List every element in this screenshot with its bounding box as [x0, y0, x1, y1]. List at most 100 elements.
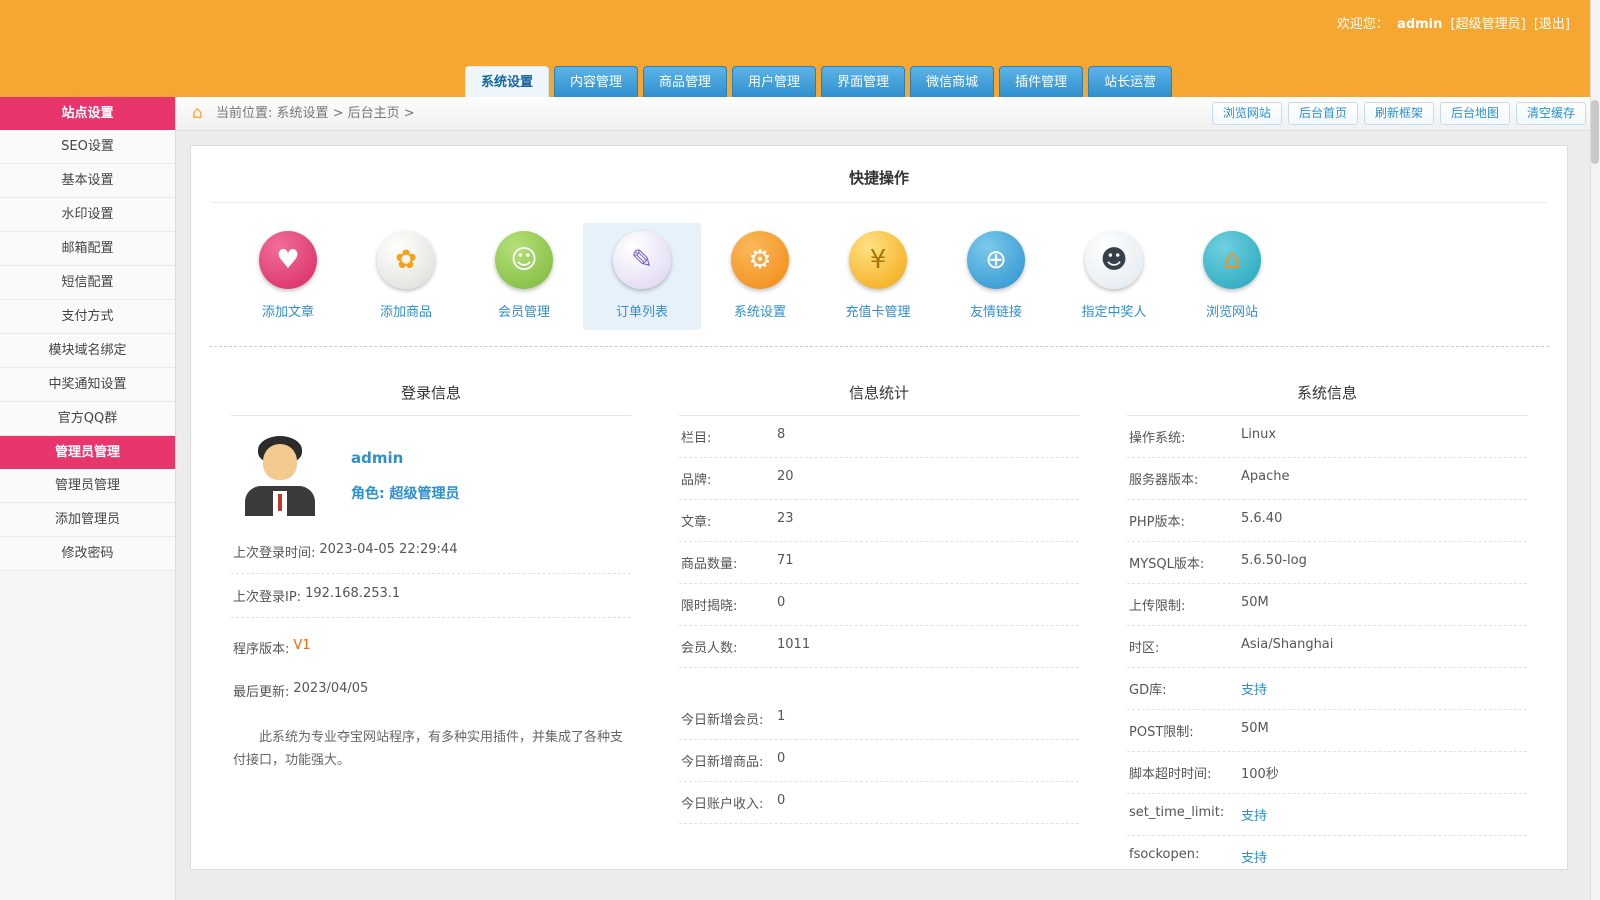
quickop-label-members: 会员管理: [498, 301, 550, 320]
backend-map-button[interactable]: 后台地图: [1440, 102, 1510, 125]
sidebar: 站点设置 SEO设置 基本设置 水印设置 邮箱配置 短信配置 支付方式 模块域名…: [0, 97, 176, 900]
quickop-label-browse: 浏览网站: [1206, 301, 1258, 320]
sidebar-item-basic[interactable]: 基本设置: [0, 164, 175, 198]
stats-title: 信息统计: [679, 367, 1079, 416]
login-info-title: 登录信息: [231, 367, 631, 416]
sidebar-item-payment[interactable]: 支付方式: [0, 300, 175, 334]
tab-interface-management[interactable]: 界面管理: [821, 66, 905, 97]
stat-row-products: 商品数量: 71: [679, 542, 1079, 584]
quickop-system-settings[interactable]: ⚙ 系统设置: [701, 223, 819, 330]
main-card: 快捷操作 ♥ 添加文章 ✿ 添加商品 ☺ 会员管理 ✎ 订单列表 ⚙ 系统设置: [190, 145, 1568, 870]
quickop-label-add-article: 添加文章: [262, 301, 314, 320]
stat-row-members: 会员人数: 1011: [679, 626, 1079, 668]
quickop-order-list[interactable]: ✎ 订单列表: [583, 223, 701, 330]
birdhouse-icon: ⌂: [1203, 231, 1261, 289]
tab-content-management[interactable]: 内容管理: [554, 66, 638, 97]
sys-row-os: 操作系统: Linux: [1127, 416, 1527, 458]
login-role-value: 超级管理员: [389, 486, 459, 502]
sys-row-upload-limit: 上传限制: 50M: [1127, 584, 1527, 626]
sys-row-script-timeout: 脚本超时时间: 100秒: [1127, 752, 1527, 794]
book-heart-icon: ♥: [259, 231, 317, 289]
quickop-browse-site[interactable]: ⌂ 浏览网站: [1173, 223, 1291, 330]
stats-gap: [679, 668, 1079, 698]
sidebar-section-site-settings[interactable]: 站点设置: [0, 97, 175, 130]
quickop-add-product[interactable]: ✿ 添加商品: [347, 223, 465, 330]
globe-link-icon: ⊕: [967, 231, 1025, 289]
clear-cache-button[interactable]: 清空缓存: [1516, 102, 1586, 125]
sidebar-item-win-notify[interactable]: 中奖通知设置: [0, 368, 175, 402]
quickop-recharge-card[interactable]: ¥ 充值卡管理: [819, 223, 937, 330]
sidebar-item-email[interactable]: 邮箱配置: [0, 232, 175, 266]
sys-row-fsockopen: fsockopen: 支持: [1127, 836, 1527, 870]
last-login-time-row: 上次登录时间: 2023-04-05 22:29:44: [231, 530, 631, 574]
tab-webmaster-ops[interactable]: 站长运营: [1088, 66, 1172, 97]
tab-product-management[interactable]: 商品管理: [643, 66, 727, 97]
welcome-bar: 欢迎您： admin [超级管理员] [退出]: [1337, 13, 1570, 32]
quick-ops-title: 快捷操作: [211, 146, 1547, 203]
last-update-row: 最后更新: 2023/04/05: [231, 669, 631, 712]
sys-row-post-limit: POST限制: 50M: [1127, 710, 1527, 752]
quickop-label-add-product: 添加商品: [380, 301, 432, 320]
login-identity: admin 角色: 超级管理员: [231, 416, 631, 530]
stats-panel: 信息统计 栏目: 8 品牌: 20 文章: 23 商品数量: 71: [679, 367, 1079, 870]
backend-home-button[interactable]: 后台首页: [1288, 102, 1358, 125]
refresh-frame-button[interactable]: 刷新框架: [1364, 102, 1434, 125]
tab-plugin-management[interactable]: 插件管理: [999, 66, 1083, 97]
sys-row-timezone: 时区: Asia/Shanghai: [1127, 626, 1527, 668]
quickop-member-management[interactable]: ☺ 会员管理: [465, 223, 583, 330]
stat-row-today-members: 今日新增会员: 1: [679, 698, 1079, 740]
scrollbar[interactable]: [1590, 0, 1600, 900]
sidebar-item-add-admin[interactable]: 添加管理员: [0, 503, 175, 537]
sidebar-section-admin-management[interactable]: 管理员管理: [0, 436, 175, 469]
order-list-icon: ✎: [613, 231, 671, 289]
winner-person-icon: ☻: [1085, 231, 1143, 289]
username-text: admin: [1397, 17, 1442, 32]
quickop-friendly-links[interactable]: ⊕ 友情链接: [937, 223, 1055, 330]
gears-icon: ⚙: [731, 231, 789, 289]
quickop-assign-winner[interactable]: ☻ 指定中奖人: [1055, 223, 1173, 330]
scrollbar-thumb[interactable]: [1591, 100, 1599, 164]
fsockopen-link[interactable]: 支持: [1241, 847, 1267, 866]
breadcrumb: 当前位置: 系统设置 > 后台主页 >: [216, 97, 415, 131]
admin-avatar: [237, 436, 323, 516]
stat-row-timed-reveal: 限时揭晓: 0: [679, 584, 1079, 626]
breadcrumb-actions: 浏览网站 后台首页 刷新框架 后台地图 清空缓存: [1212, 102, 1586, 125]
quickop-label-system: 系统设置: [734, 301, 786, 320]
tab-wechat-mall[interactable]: 微信商城: [910, 66, 994, 97]
stat-row-today-products: 今日新增商品: 0: [679, 740, 1079, 782]
breadcrumb-bar: ⌂ 当前位置: 系统设置 > 后台主页 > 浏览网站 后台首页 刷新框架 后台地…: [176, 97, 1600, 131]
quickop-label-links: 友情链接: [970, 301, 1022, 320]
info-columns: 登录信息 admin 角色: 超级管理员 上次登录时间: 2: [191, 347, 1567, 870]
sys-row-php: PHP版本: 5.6.40: [1127, 500, 1527, 542]
tab-user-management[interactable]: 用户管理: [732, 66, 816, 97]
gd-support-link[interactable]: 支持: [1241, 679, 1267, 698]
home-icon: ⌂: [192, 103, 203, 123]
set-time-limit-link[interactable]: 支持: [1241, 805, 1267, 824]
system-description: 此系统为专业夺宝网站程序，有多种实用插件，并集成了各种支付接口，功能强大。: [233, 726, 629, 773]
sidebar-item-qq-group[interactable]: 官方QQ群: [0, 402, 175, 436]
system-info-panel: 系统信息 操作系统: Linux 服务器版本: Apache PHP版本: 5.…: [1127, 367, 1527, 870]
program-version-row: 程序版本: V1: [231, 626, 631, 669]
sys-row-gd: GD库: 支持: [1127, 668, 1527, 710]
logout-link[interactable]: [退出]: [1534, 17, 1570, 32]
login-role: 角色: 超级管理员: [351, 483, 459, 503]
sidebar-item-watermark[interactable]: 水印设置: [0, 198, 175, 232]
login-role-label: 角色:: [351, 486, 385, 502]
content-area: 快捷操作 ♥ 添加文章 ✿ 添加商品 ☺ 会员管理 ✎ 订单列表 ⚙ 系统设置: [176, 131, 1600, 900]
sys-row-server: 服务器版本: Apache: [1127, 458, 1527, 500]
browse-site-button[interactable]: 浏览网站: [1212, 102, 1282, 125]
quickop-label-orders: 订单列表: [616, 301, 668, 320]
last-login-ip-row: 上次登录IP: 192.168.253.1: [231, 574, 631, 618]
top-header: 欢迎您： admin [超级管理员] [退出] 系统设置 内容管理 商品管理 用…: [0, 0, 1600, 97]
members-icon: ☺: [495, 231, 553, 289]
sidebar-item-seo[interactable]: SEO设置: [0, 130, 175, 164]
main-nav-tabs: 系统设置 内容管理 商品管理 用户管理 界面管理 微信商城 插件管理 站长运营: [465, 66, 1172, 97]
sidebar-item-admin-management[interactable]: 管理员管理: [0, 469, 175, 503]
tab-system-settings[interactable]: 系统设置: [465, 66, 549, 97]
login-identity-text: admin 角色: 超级管理员: [351, 449, 459, 503]
quickop-add-article[interactable]: ♥ 添加文章: [229, 223, 347, 330]
sidebar-item-sms[interactable]: 短信配置: [0, 266, 175, 300]
sidebar-item-domain-binding[interactable]: 模块域名绑定: [0, 334, 175, 368]
welcome-prefix: 欢迎您：: [1337, 17, 1389, 32]
sidebar-item-change-password[interactable]: 修改密码: [0, 537, 175, 571]
